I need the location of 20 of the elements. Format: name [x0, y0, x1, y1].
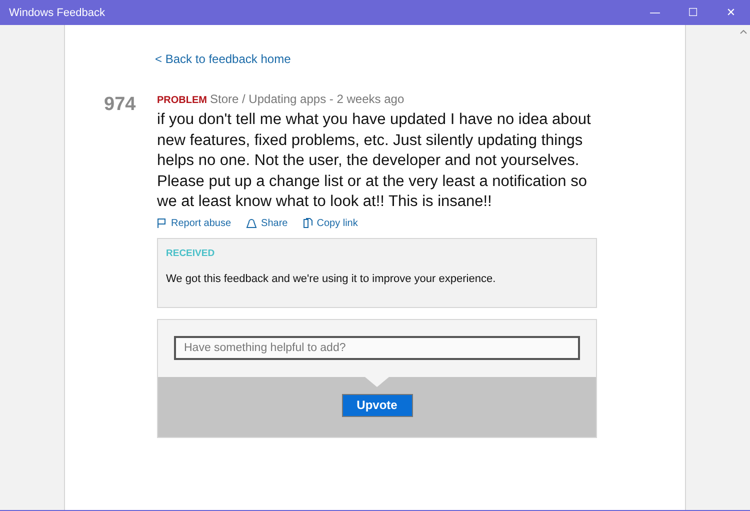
close-button[interactable]: ✕ [712, 0, 750, 25]
maximize-button[interactable]: ☐ [674, 0, 712, 25]
share-link[interactable]: Share [246, 218, 288, 228]
category-tag: PROBLEM [157, 95, 207, 106]
copy-link[interactable]: Copy link [302, 218, 358, 228]
feedback-text: if you don't tell me what you have updated I have no idea about new features, fixed problems, etc. Just silently updating things helps no one. Not the user, the developer and not yourselves. Please put up a change list or at the very least a notification so we at least know what to look at!! This is insane!! [157, 110, 592, 212]
back-link[interactable]: < Back to feedback home [155, 52, 291, 66]
comment-field[interactable]: Have something helpful to add? [174, 336, 580, 360]
status-message: We got this feedback and we're using it to improve your experience. [166, 272, 497, 284]
scroll-up-icon[interactable] [740, 30, 747, 34]
upvote-button[interactable]: Upvote [342, 394, 412, 416]
copy-icon [302, 218, 313, 228]
share-icon [246, 218, 258, 228]
flag-icon [157, 218, 167, 228]
minimize-button[interactable]: — [636, 0, 674, 25]
vote-count: 974 [104, 93, 137, 117]
window-title: Windows Feedback [8, 6, 105, 18]
category-text: Store / Updating apps - 2 weeks ago [210, 92, 404, 106]
report-abuse-link[interactable]: Report abuse [157, 218, 232, 228]
status-label: RECEIVED [166, 248, 216, 258]
